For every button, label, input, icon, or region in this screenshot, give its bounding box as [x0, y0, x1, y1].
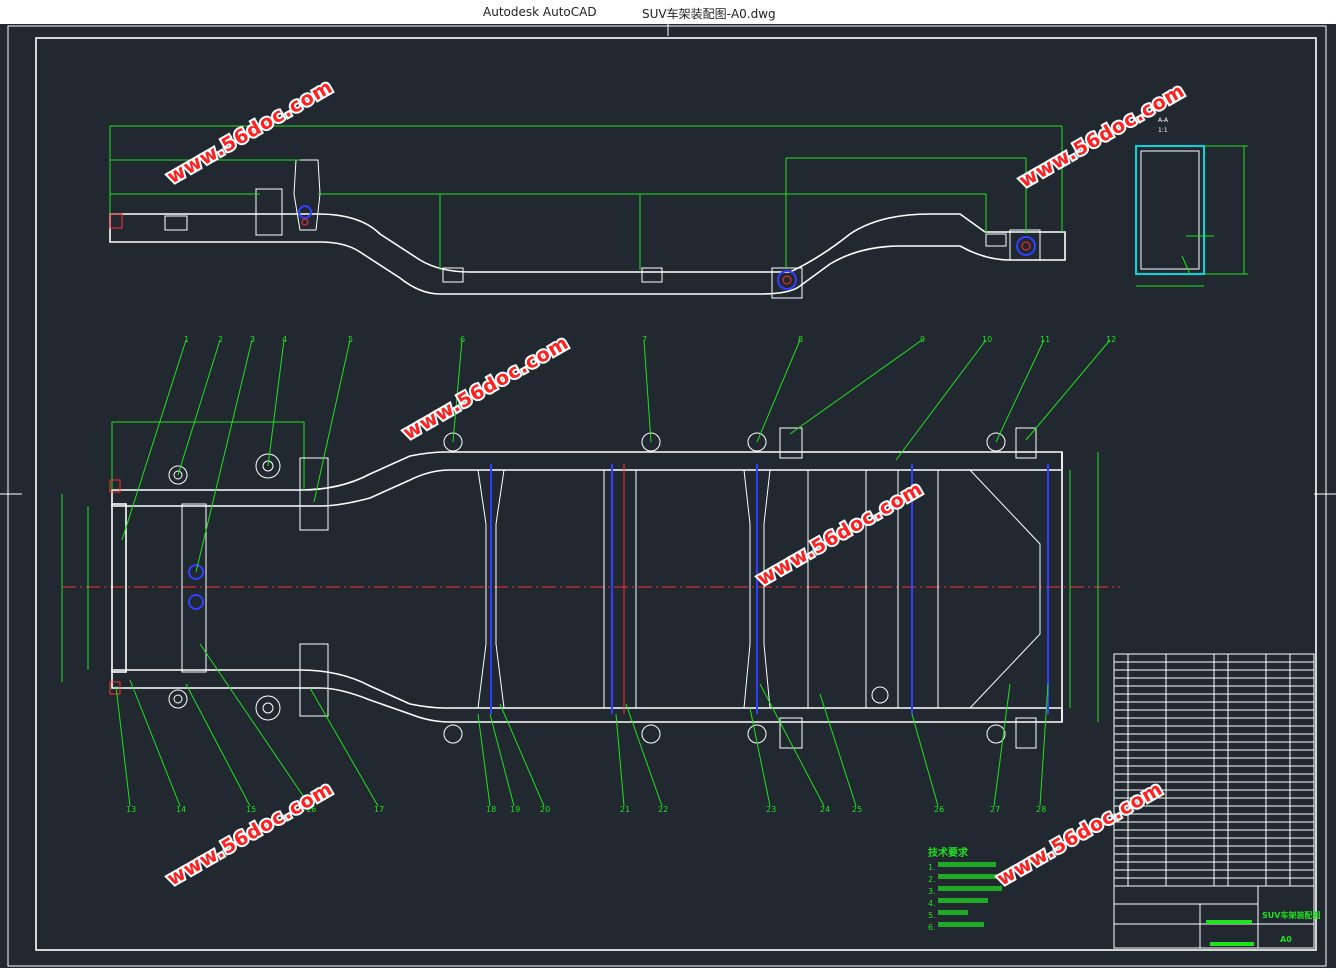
part-number: 10	[982, 335, 992, 344]
side-view[interactable]	[109, 125, 1066, 299]
part-number: 12	[1106, 335, 1116, 344]
app-name: Autodesk AutoCAD	[483, 5, 597, 19]
section-scale: 1:1	[1158, 127, 1168, 134]
tech-note: 2.	[928, 875, 936, 884]
part-number: 8	[798, 335, 803, 344]
tech-note: 3.	[928, 887, 936, 896]
part-number: 27	[990, 805, 1000, 814]
cad-drawing[interactable]: A-A 1:1 1 2 3 4 5 6 7 8 9 10 11 12 13 14…	[0, 24, 1336, 968]
part-number: 4	[282, 335, 287, 344]
part-number: 15	[246, 805, 256, 814]
part-number: 7	[642, 335, 647, 344]
part-number: 17	[374, 805, 384, 814]
title-bar: Autodesk AutoCAD SUV车架装配图-A0.dwg	[0, 0, 1336, 24]
part-number: 23	[766, 805, 776, 814]
part-number: 18	[486, 805, 496, 814]
part-number: 6	[460, 335, 465, 344]
parts-list-table[interactable]	[1113, 653, 1315, 887]
document-title: SUV车架装配图-A0.dwg	[642, 7, 776, 21]
part-number: 5	[348, 335, 353, 344]
part-number: 11	[1040, 335, 1050, 344]
tech-note: 5.	[928, 911, 936, 920]
title-block[interactable]: SUV车架装配图 A0	[1113, 885, 1320, 949]
watermark-text: www.56doc.com	[994, 778, 1167, 891]
sheet-size: A0	[1280, 935, 1292, 944]
part-number: 19	[510, 805, 520, 814]
watermark-text: www.56doc.com	[1016, 80, 1189, 193]
watermark-text: www.56doc.com	[164, 76, 337, 189]
part-number: 2	[218, 335, 223, 344]
part-number: 25	[852, 805, 862, 814]
part-number: 22	[658, 805, 668, 814]
watermark-text: www.56doc.com	[164, 778, 337, 891]
tech-note: 1.	[928, 863, 936, 872]
tech-note: 6.	[928, 923, 936, 932]
part-number: 3	[250, 335, 255, 344]
section-label: A-A	[1158, 117, 1169, 124]
part-numbers-top: 1 2 3 4 5 6 7 8 9 10 11 12	[184, 335, 1116, 344]
tech-note: 4.	[928, 899, 936, 908]
part-number: 9	[920, 335, 925, 344]
part-number: 20	[540, 805, 550, 814]
part-number: 13	[126, 805, 136, 814]
part-number: 1	[184, 335, 189, 344]
section-view-a-a[interactable]: A-A 1:1	[1135, 117, 1248, 287]
technical-notes: 技术要求 1. 2. 3. 4. 5. 6.	[928, 846, 1008, 932]
watermark-text: www.56doc.com	[400, 332, 573, 445]
part-number: 24	[820, 805, 830, 814]
drawing-canvas[interactable]: A-A 1:1 1 2 3 4 5 6 7 8 9 10 11 12 13 14…	[0, 24, 1336, 968]
watermarks: www.56doc.com www.56doc.com www.56doc.co…	[162, 74, 1191, 893]
drawing-title: SUV车架装配图	[1262, 910, 1320, 920]
watermark-text: www.56doc.com	[754, 478, 927, 591]
part-number: 26	[934, 805, 944, 814]
part-number: 28	[1036, 805, 1046, 814]
part-number: 14	[176, 805, 186, 814]
tech-notes-title: 技术要求	[928, 846, 969, 859]
part-number: 21	[620, 805, 630, 814]
